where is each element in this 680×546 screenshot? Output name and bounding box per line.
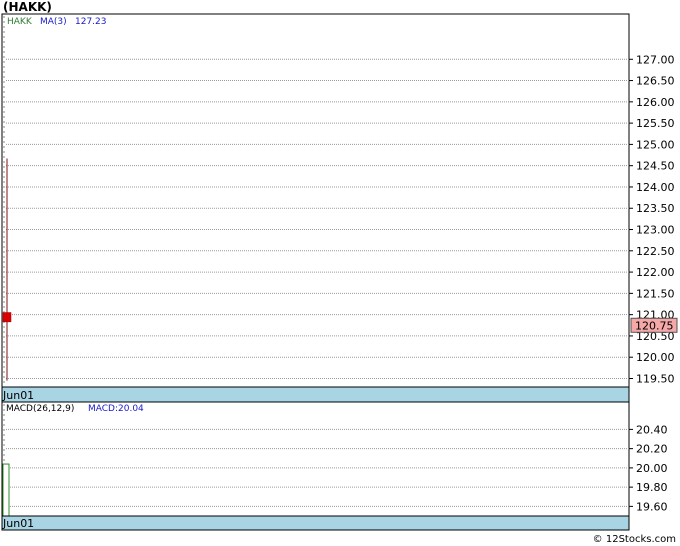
price-y-tick-label: 120.00 (636, 351, 675, 364)
macd-panel: 20.40 20.20 20.00 19.80 19.60 Jun01 MACD(26,… (1, 401, 668, 531)
price-date-band (1, 386, 630, 403)
price-x-label: Jun01 (2, 389, 34, 402)
price-y-tick-label: 126.50 (636, 75, 675, 88)
macd-y-tick-label: 19.80 (636, 481, 668, 494)
price-y-tick-label: 122.50 (636, 245, 675, 258)
legend-ma-label: MA(3) (40, 17, 67, 27)
price-y-tick-label: 124.00 (636, 181, 675, 194)
price-y-tick-label: 126.00 (636, 96, 675, 109)
last-price-tag-label: 120.75 (635, 319, 674, 332)
chart-canvas: 127.00 126.50 126.00 125.50 125.00 124.50 124.… (1, 13, 678, 531)
macd-bar (2, 463, 10, 517)
macd-y-tick-label: 20.20 (636, 443, 668, 456)
macd-legend-value: MACD:20.04 (88, 404, 144, 414)
macd-y-axis: 20.40 20.20 20.00 19.80 19.60 (629, 423, 668, 513)
macd-legend-label: MACD(26,12,9) (6, 404, 74, 414)
legend-ma-value: 127.23 (75, 17, 107, 27)
price-y-tick-label: 121.50 (636, 287, 675, 300)
macd-panel-frame (1, 401, 630, 531)
macd-y-tick-label: 20.00 (636, 462, 668, 475)
price-y-tick-label: 125.00 (636, 138, 675, 151)
price-y-tick-label: 123.50 (636, 202, 675, 215)
candle-body (2, 312, 12, 323)
macd-date-band (1, 515, 630, 531)
price-y-tick-label: 124.50 (636, 160, 675, 173)
site-credit: © 12Stocks.com (592, 534, 676, 545)
price-y-tick-label: 125.50 (636, 117, 675, 130)
price-y-tick-label: 123.00 (636, 224, 675, 237)
price-panel: 127.00 126.50 126.00 125.50 125.00 124.50 124.… (1, 13, 678, 403)
macd-y-tick-label: 19.60 (636, 500, 668, 513)
macd-x-label: Jun01 (2, 517, 34, 530)
price-y-tick-label: 122.00 (636, 266, 675, 279)
price-y-tick-label: 119.50 (636, 372, 675, 385)
macd-bars (2, 463, 10, 517)
macd-y-tick-label: 20.40 (636, 423, 668, 436)
price-y-axis: 127.00 126.50 126.00 125.50 125.00 124.50 124.… (629, 53, 675, 385)
price-y-tick-label: 127.00 (636, 53, 675, 66)
last-price-tag: 120.75 (630, 317, 678, 333)
legend-ticker: HAKK (7, 17, 33, 27)
